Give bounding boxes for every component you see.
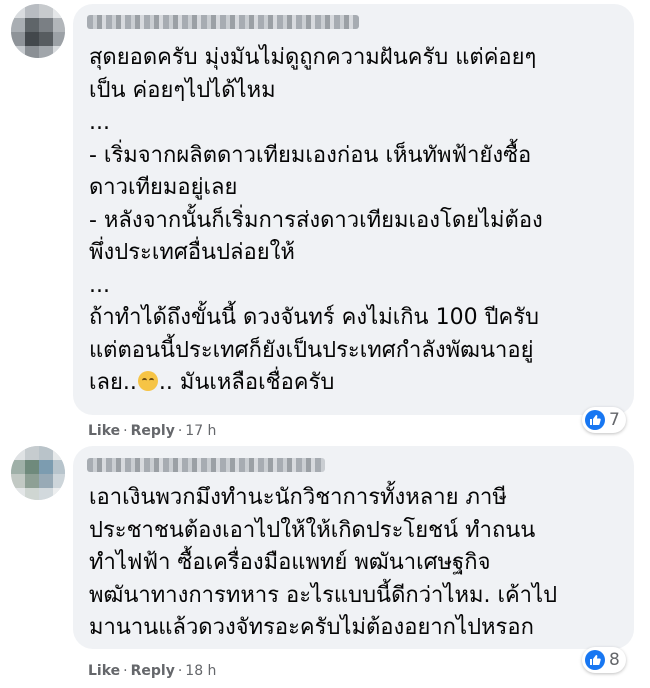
reply-button[interactable]: Reply bbox=[131, 663, 175, 679]
timestamp[interactable]: 18 h bbox=[185, 663, 216, 679]
like-button[interactable]: Like bbox=[88, 663, 120, 679]
reaction-summary[interactable]: 7 bbox=[582, 407, 626, 433]
comment-text: เอาเงินพวกมึงทำนะนักวิชาการทั้งหลาย ภาษี… bbox=[89, 485, 558, 640]
author-name-blurred[interactable] bbox=[87, 458, 325, 472]
comment-bubble: สุดยอดครับ มุ่งมันไม่ดูถูกความฝันครับ แต… bbox=[73, 4, 634, 415]
thumbs-up-icon bbox=[585, 410, 605, 430]
timestamp[interactable]: 17 h bbox=[185, 423, 216, 439]
comment-actions: Like · Reply · 17 h bbox=[88, 423, 217, 439]
comment-text: สุดยอดครับ มุ่งมันไม่ดูถูกความฝันครับ แต… bbox=[89, 45, 543, 395]
like-button[interactable]: Like bbox=[88, 423, 120, 439]
comment-bubble: เอาเงินพวกมึงทำนะนักวิชาการทั้งหลาย ภาษี… bbox=[73, 446, 634, 649]
reaction-count: 8 bbox=[609, 650, 620, 670]
reaction-count: 7 bbox=[609, 410, 620, 430]
avatar[interactable] bbox=[11, 446, 65, 500]
reaction-summary[interactable]: 8 bbox=[582, 647, 626, 673]
thumbs-up-icon bbox=[585, 650, 605, 670]
author-name-blurred[interactable] bbox=[87, 15, 359, 29]
avatar[interactable] bbox=[11, 4, 65, 58]
reply-button[interactable]: Reply bbox=[131, 423, 175, 439]
smiling-face-emoji-icon bbox=[137, 371, 158, 391]
comment-actions: Like · Reply · 18 h bbox=[88, 663, 217, 679]
